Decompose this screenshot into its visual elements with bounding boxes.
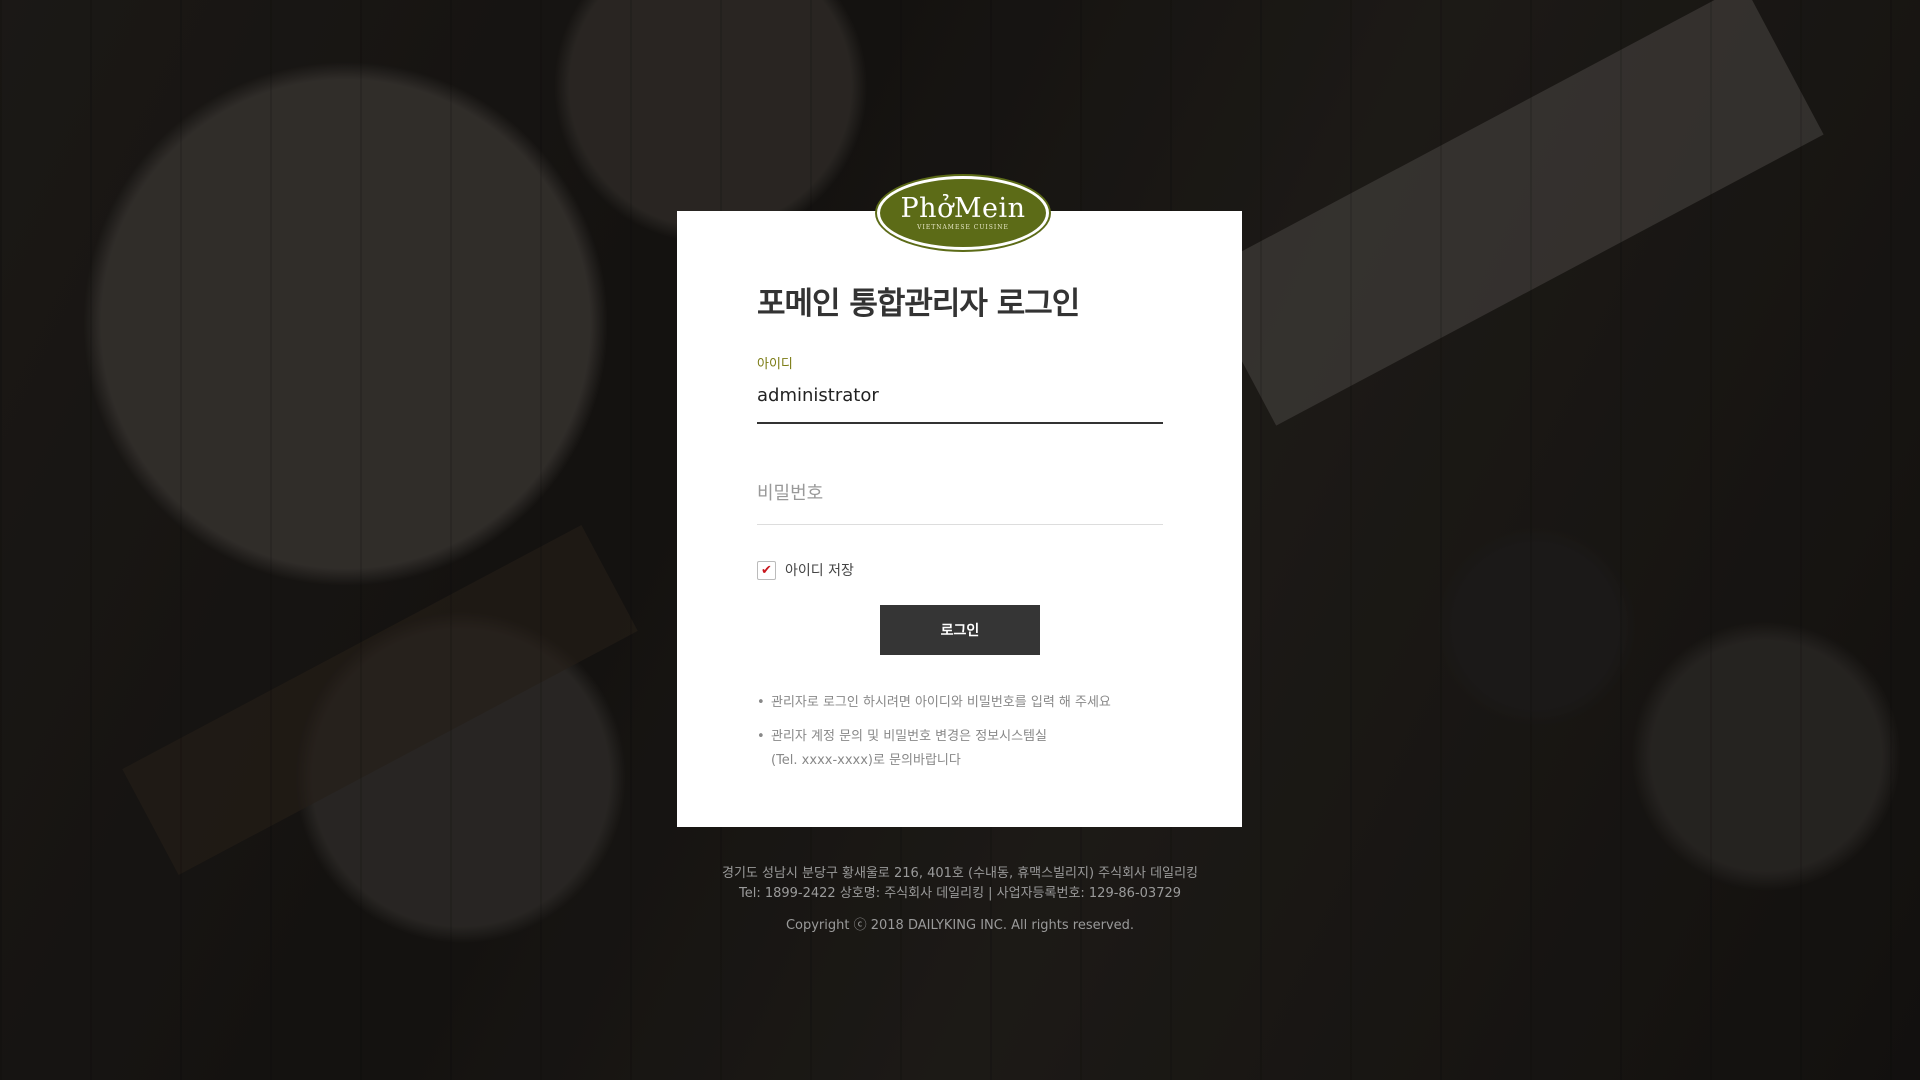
id-field-label: 아이디	[757, 357, 793, 372]
brand-logo: PhởMein VIETNAMESE CUISINE	[877, 176, 1049, 250]
footer-copyright: Copyright ⓒ 2018 DAILYKING INC. All righ…	[785, 918, 1135, 933]
logo-tagline: VIETNAMESE CUISINE	[917, 224, 1009, 231]
footer: 경기도 성남시 분당구 황새울로 216, 401호 (수내동, 휴맥스빌리지)…	[0, 864, 1920, 936]
footer-address: 경기도 성남시 분당구 황새울로 216, 401호 (수내동, 휴맥스빌리지)…	[722, 866, 1198, 881]
help-note: 관리자 계정 문의 및 비밀번호 변경은 정보시스템실 (Tel. xxxx-x…	[757, 725, 1177, 773]
remember-id-label: 아이디 저장	[785, 563, 854, 579]
remember-id-checkbox[interactable]: ✔	[757, 560, 776, 580]
help-notes: 관리자로 로그인 하시려면 아이디와 비밀번호를 입력 해 주세요 관리자 계정…	[757, 691, 1177, 783]
remember-id-option[interactable]: ✔ 아이디 저장	[757, 560, 854, 580]
page-title: 포메인 통합관리자 로그인	[757, 286, 1080, 322]
login-button[interactable]: 로그인	[880, 605, 1040, 655]
help-note: 관리자로 로그인 하시려면 아이디와 비밀번호를 입력 해 주세요	[757, 691, 1177, 715]
id-input[interactable]	[757, 380, 1163, 424]
help-note-text: 관리자로 로그인 하시려면 아이디와 비밀번호를 입력 해 주세요	[771, 695, 1111, 710]
help-note-text: (Tel. xxxx-xxxx)로 문의바랍니다	[771, 753, 961, 768]
footer-contact: Tel: 1899-2422 상호명: 주식회사 데일리킹 | 사업자등록번호:…	[738, 886, 1182, 901]
password-input[interactable]	[757, 478, 1163, 525]
logo-wordmark: PhởMein	[900, 193, 1026, 224]
help-note-text: 관리자 계정 문의 및 비밀번호 변경은 정보시스템실	[771, 729, 1047, 744]
checkmark-icon: ✔	[761, 562, 772, 578]
